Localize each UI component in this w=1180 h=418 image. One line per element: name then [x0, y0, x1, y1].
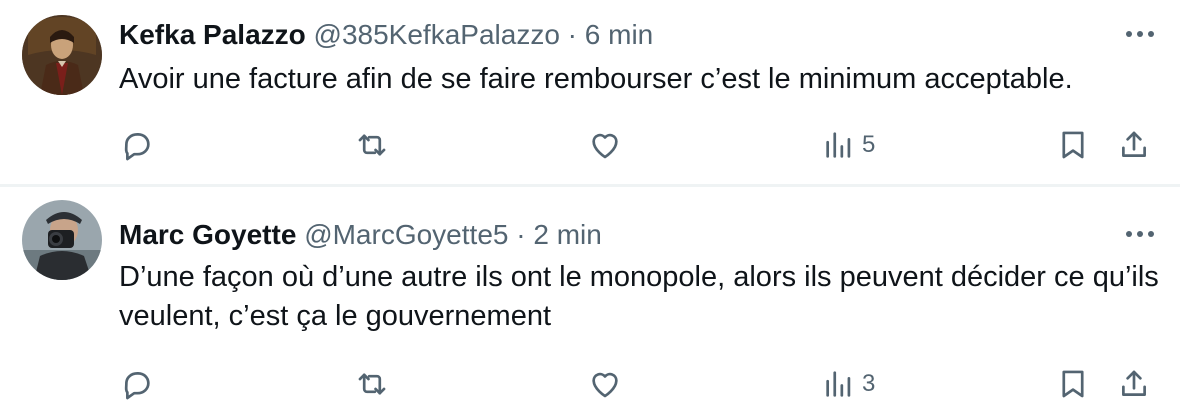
heart-icon — [592, 372, 618, 398]
tweet-header: Marc Goyette @MarcGoyette5 · 2 min — [119, 217, 602, 253]
bookmark-icon — [1062, 370, 1084, 398]
retweet-icon — [358, 134, 386, 156]
retweet-icon — [358, 373, 386, 395]
more-options-button[interactable] — [1120, 222, 1160, 246]
reply-button[interactable] — [120, 364, 154, 404]
views-bar-chart-icon — [826, 132, 851, 158]
views-count: 3 — [862, 370, 876, 397]
bookmark-button[interactable] — [1056, 125, 1090, 165]
more-horizontal-icon — [1126, 31, 1154, 37]
tweet-actions: 3 — [0, 364, 1180, 404]
avatar-image — [22, 200, 102, 280]
like-button[interactable] — [588, 364, 622, 404]
author-name[interactable]: Kefka Palazzo — [119, 19, 306, 50]
tweet-header: Kefka Palazzo @385KefkaPalazzo · 6 min — [119, 17, 653, 53]
tweet[interactable]: Marc Goyette @MarcGoyette5 · 2 min D’une… — [0, 187, 1180, 418]
more-horizontal-icon — [1126, 231, 1154, 237]
retweet-button[interactable] — [355, 364, 389, 404]
separator-dot: · — [567, 19, 577, 50]
views-count: 5 — [862, 131, 876, 158]
tweet-text: Avoir une facture afin de se faire rembo… — [119, 63, 1073, 95]
views-button[interactable]: 3 — [822, 364, 875, 404]
avatar-image — [22, 15, 102, 95]
author-handle[interactable]: @385KefkaPalazzo — [314, 19, 560, 50]
reply-button[interactable] — [120, 125, 154, 165]
tweet-text: D’une façon où d’une autre ils ont le mo… — [119, 261, 1159, 332]
views-bar-chart-icon — [826, 371, 851, 397]
views-button[interactable]: 5 — [822, 125, 875, 165]
avatar[interactable] — [22, 200, 102, 280]
like-button[interactable] — [588, 125, 622, 165]
tweet[interactable]: Kefka Palazzo @385KefkaPalazzo · 6 min A… — [0, 0, 1180, 187]
bookmark-icon — [1062, 131, 1084, 159]
author-handle[interactable]: @MarcGoyette5 — [304, 219, 508, 250]
share-button[interactable] — [1117, 125, 1151, 165]
separator-dot: · — [516, 219, 526, 250]
reply-icon — [124, 133, 150, 161]
timestamp[interactable]: 6 min — [585, 19, 653, 50]
reply-icon — [124, 372, 150, 400]
more-options-button[interactable] — [1120, 22, 1160, 46]
tweet-actions: 5 — [0, 125, 1180, 165]
share-icon — [1122, 370, 1146, 396]
timestamp[interactable]: 2 min — [533, 219, 601, 250]
bookmark-button[interactable] — [1056, 364, 1090, 404]
share-icon — [1122, 131, 1146, 157]
heart-icon — [592, 133, 618, 159]
author-name[interactable]: Marc Goyette — [119, 219, 296, 250]
avatar[interactable] — [22, 15, 102, 95]
retweet-button[interactable] — [355, 125, 389, 165]
share-button[interactable] — [1117, 364, 1151, 404]
